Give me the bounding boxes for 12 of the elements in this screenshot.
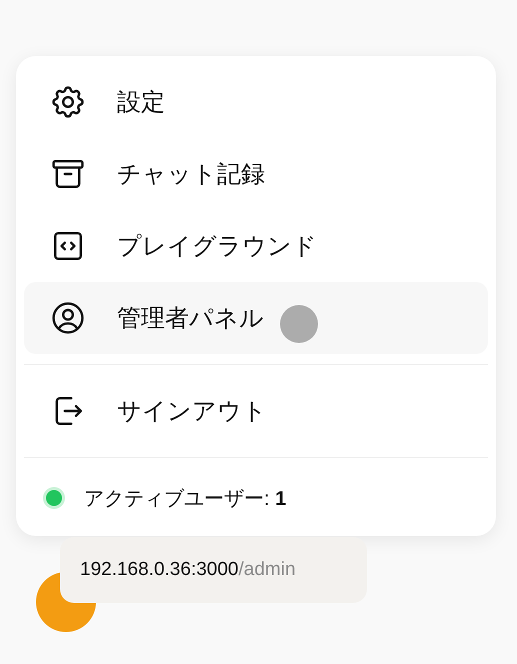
active-users-text: アクティブユーザー: 1 — [84, 486, 286, 512]
archive-box-icon — [52, 158, 84, 190]
gear-icon — [52, 86, 84, 118]
menu-item[interactable]: チャット記録 — [24, 138, 488, 210]
cursor-icon — [280, 305, 318, 343]
menu-item[interactable]: サインアウト — [24, 375, 488, 447]
code-icon — [52, 230, 84, 262]
menu-item[interactable]: 設定 — [24, 66, 488, 138]
menu-item[interactable]: プレイグラウンド — [24, 210, 488, 282]
menu-item[interactable]: 管理者パネル — [24, 282, 488, 354]
user-circle-icon — [52, 302, 84, 334]
link-tooltip: 192.168.0.36:3000/admin — [60, 537, 367, 603]
